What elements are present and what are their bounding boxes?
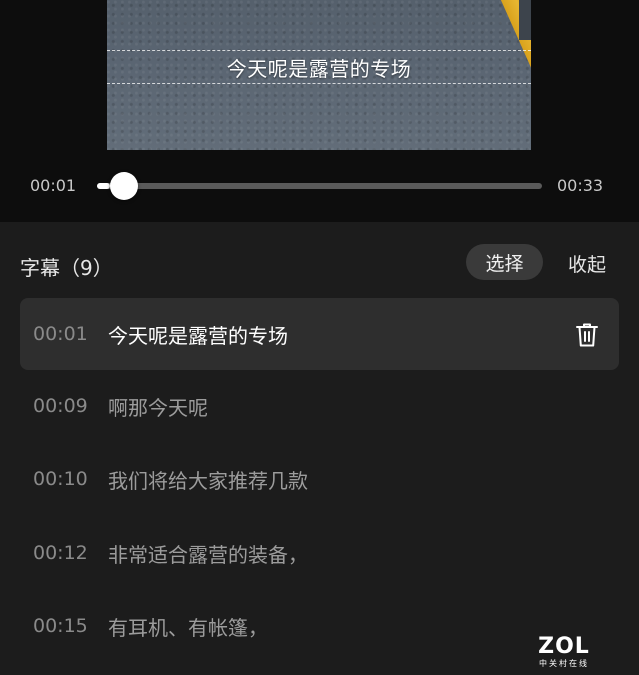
trash-icon[interactable] (575, 322, 599, 348)
subtitle-text: 啊那今天呢 (108, 395, 208, 420)
progress-thumb[interactable] (110, 172, 138, 200)
subtitle-time: 00:01 (33, 323, 88, 345)
subtitle-list-panel: 字幕（9） 选择 收起 00:01 今天呢是露营的专场 00:09 啊那今天呢 … (0, 222, 639, 675)
subtitle-editor-screen: 今天呢是露营的专场 00:01 00:33 字幕（9） 选择 收起 00:01 … (0, 0, 639, 675)
video-frame[interactable]: 今天呢是露营的专场 (107, 0, 531, 150)
subtitle-row[interactable]: 00:15 有耳机、有帐篷， (20, 590, 619, 662)
subtitle-row[interactable]: 00:09 啊那今天呢 (20, 370, 619, 442)
subtitle-overlay-box[interactable]: 今天呢是露营的专场 (107, 50, 531, 84)
select-button[interactable]: 选择 (466, 244, 543, 280)
subtitle-text: 今天呢是露营的专场 (108, 323, 288, 348)
current-time: 00:01 (30, 176, 77, 195)
watermark-subtitle: 中关村在线 (539, 659, 589, 668)
zol-watermark: ZOL 中关村在线 (532, 636, 596, 672)
panel-title: 字幕（9） (20, 256, 113, 280)
progress-fill (97, 183, 111, 189)
subtitle-time: 00:12 (33, 542, 88, 564)
subtitle-text: 我们将给大家推荐几款 (108, 468, 308, 493)
subtitle-row[interactable]: 00:01 今天呢是露营的专场 (20, 298, 619, 370)
subtitle-row[interactable]: 00:10 我们将给大家推荐几款 (20, 443, 619, 515)
subtitle-overlay-text: 今天呢是露营的专场 (226, 56, 412, 81)
road-edge (519, 0, 531, 40)
subtitle-time: 00:09 (33, 395, 88, 417)
video-preview-area: 今天呢是露营的专场 00:01 00:33 (0, 0, 639, 222)
subtitle-time: 00:15 (33, 615, 88, 637)
total-time: 00:33 (557, 176, 604, 195)
subtitle-row[interactable]: 00:12 非常适合露营的装备， (20, 517, 619, 589)
progress-track[interactable] (97, 183, 542, 189)
watermark-logo: ZOL (538, 634, 590, 659)
subtitle-time: 00:10 (33, 468, 88, 490)
collapse-button[interactable]: 收起 (568, 250, 606, 277)
subtitle-text: 非常适合露营的装备， (108, 542, 308, 567)
